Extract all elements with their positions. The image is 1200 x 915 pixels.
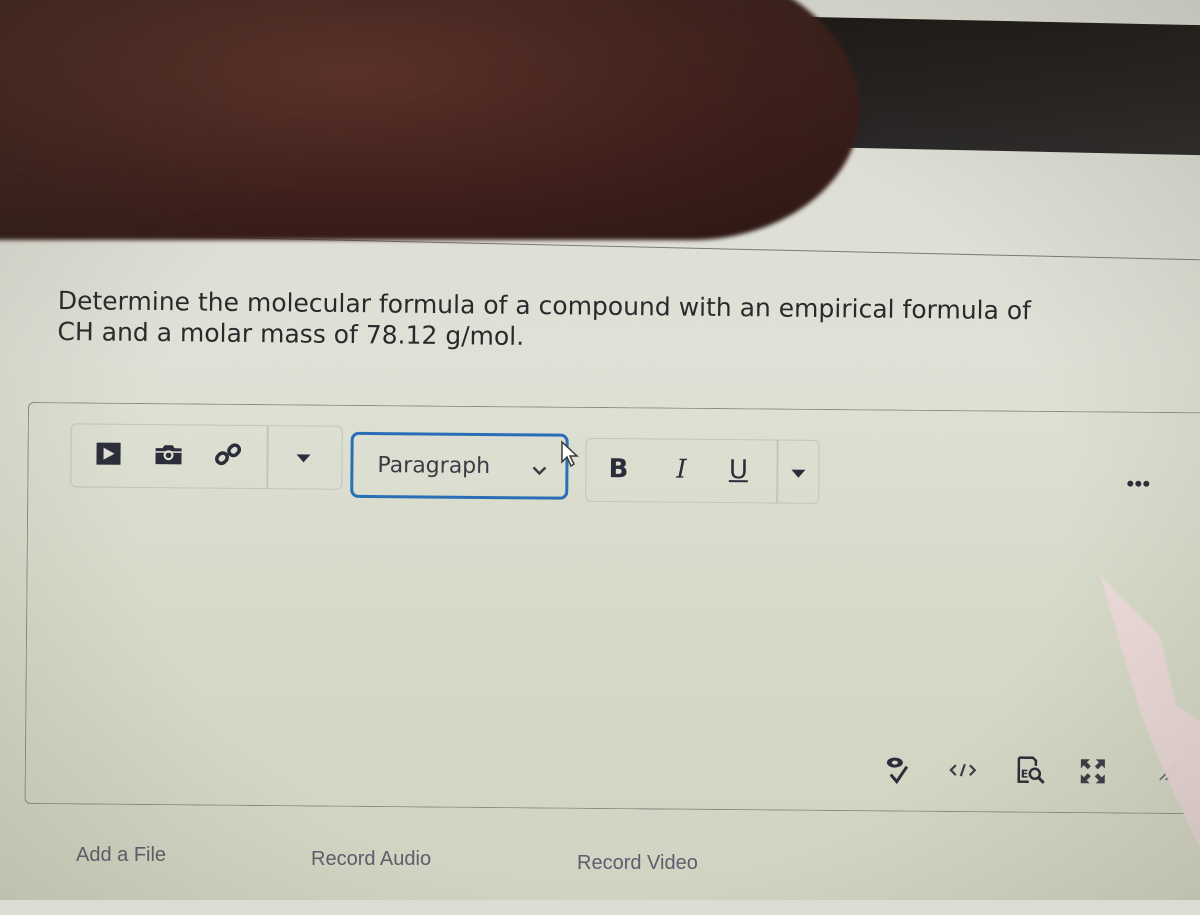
editor-status-bar: E <box>26 748 1200 790</box>
question-text: Determine the molecular formula of a com… <box>57 285 1118 358</box>
svg-text:E: E <box>1021 768 1029 781</box>
block-format-value: Paragraph <box>377 452 491 479</box>
insert-image-button[interactable] <box>151 439 185 473</box>
fullscreen-icon <box>1079 757 1107 789</box>
more-actions-button[interactable] <box>1118 468 1158 496</box>
editor-content-area[interactable] <box>26 513 1200 753</box>
editor-toolbar: Paragraph B I U <box>28 403 1200 523</box>
caret-down-icon <box>295 448 311 467</box>
accessibility-checker-icon <box>885 754 911 788</box>
caret-down-icon <box>790 456 806 486</box>
italic-button[interactable]: I <box>661 450 701 490</box>
source-code-icon <box>949 762 977 782</box>
rich-text-editor[interactable]: Paragraph B I U E <box>24 402 1200 815</box>
text-style-dropdown[interactable] <box>780 451 816 491</box>
add-file-link[interactable]: Add a File <box>76 844 166 867</box>
insert-more-dropdown[interactable] <box>286 440 320 474</box>
equation-editor-button[interactable]: E <box>1014 756 1048 790</box>
block-format-select[interactable]: Paragraph <box>350 431 569 500</box>
ellipsis-icon <box>1126 472 1150 491</box>
underline-button[interactable]: U <box>718 450 758 490</box>
attachment-links: Add a File Record Audio Record Video <box>0 840 1200 890</box>
source-code-button[interactable] <box>946 756 980 788</box>
mouse-pointer <box>560 440 580 470</box>
record-audio-link[interactable]: Record Audio <box>311 848 431 871</box>
text-style-group: B I U <box>585 437 820 504</box>
insert-link-icon <box>213 440 243 474</box>
finger-obstruction <box>0 0 860 240</box>
toolbar-separator <box>266 426 269 489</box>
accessibility-checker-button[interactable] <box>881 755 915 787</box>
insert-link-button[interactable] <box>211 440 245 474</box>
bold-button[interactable]: B <box>598 449 638 489</box>
insert-media-icon <box>95 442 121 470</box>
insert-group <box>70 423 343 490</box>
toolbar-separator <box>776 440 779 503</box>
insert-media-button[interactable] <box>91 439 125 473</box>
equation-editor-icon: E <box>1016 756 1046 790</box>
record-video-link[interactable]: Record Video <box>577 852 698 875</box>
fullscreen-button[interactable] <box>1076 757 1110 789</box>
insert-image-icon <box>153 443 183 469</box>
chevron-down-icon <box>531 460 547 479</box>
